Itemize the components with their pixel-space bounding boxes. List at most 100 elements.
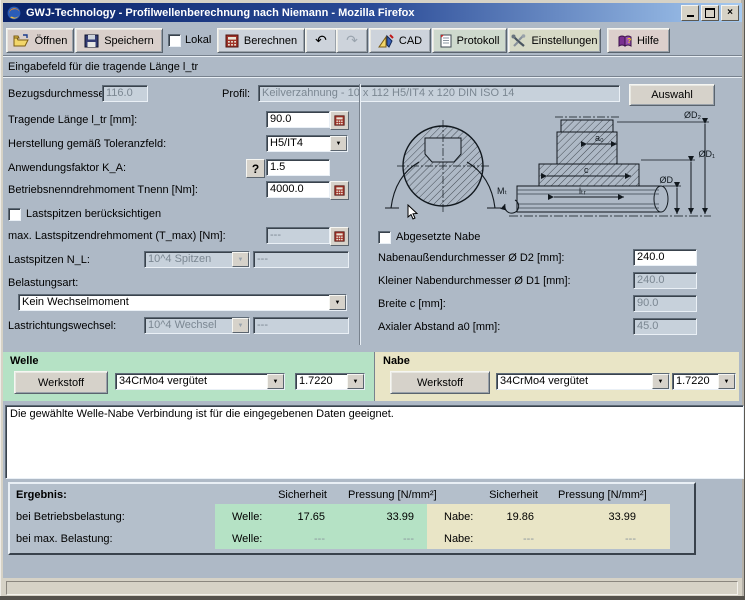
chevron-down-icon[interactable]: ▼ — [347, 374, 364, 389]
torque-field[interactable]: 4000.0 — [266, 181, 330, 198]
title-bar[interactable]: GWJ-Technology - Profilwellenberechnung … — [3, 3, 742, 22]
chevron-down-icon[interactable]: ▼ — [329, 295, 346, 310]
peaks-unit-value: 10^4 Spitzen — [148, 253, 211, 266]
shaft-pressure-value: 33.99 — [350, 511, 414, 523]
protocol-label: Protokoll — [457, 35, 500, 47]
result-message: Die gewählte Welle-Nabe Verbindung ist f… — [10, 408, 394, 420]
ref-diameter-field: 116.0 — [102, 85, 148, 102]
hub-pressure-header: Pressung [N/mm²] — [558, 489, 643, 501]
dim-d1-label: ØD₁ — [698, 149, 715, 159]
load-peaks-checkbox[interactable] — [8, 208, 21, 221]
max-torque-calc-button[interactable] — [330, 227, 349, 246]
chevron-down-icon[interactable]: ▼ — [330, 136, 347, 151]
app-factor-label: Anwendungsfaktor K_A: — [8, 162, 126, 174]
hub-safety-value: --- — [476, 533, 534, 545]
torque-label: Betriebsnenndrehmoment Tnenn [Nm]: — [8, 184, 198, 196]
open-button[interactable]: Öffnen — [6, 28, 74, 53]
shaft-panel-title: Welle — [10, 355, 39, 367]
cad-label: CAD — [399, 35, 422, 47]
shaft-material-value: 34CrMo4 vergütet — [119, 375, 207, 388]
load-type-select[interactable]: Kein Wechselmoment ▼ — [18, 294, 347, 311]
shaft-safety-header: Sicherheit — [267, 489, 327, 501]
hub-material-number-select[interactable]: 1.7220 ▼ — [672, 373, 736, 390]
redo-button[interactable]: ↷ — [336, 28, 368, 53]
torque-calc-button[interactable] — [330, 181, 349, 200]
tools-icon — [511, 34, 526, 48]
width-c-field: 90.0 — [633, 295, 697, 312]
hub-outer-diameter-field[interactable]: 240.0 — [633, 249, 697, 266]
length-field[interactable]: 90.0 — [266, 111, 330, 128]
shaft-row-label: Welle: — [232, 511, 262, 523]
open-folder-icon — [13, 34, 30, 48]
maximize-button[interactable] — [701, 5, 719, 21]
load-peaks-checkbox-label: Lastspitzen berücksichtigen — [26, 208, 161, 220]
calculate-button[interactable]: Berechnen — [217, 28, 305, 53]
peaks-count-label: Lastspitzen N_L: — [8, 254, 90, 266]
result-message-box[interactable]: Die gewählte Welle-Nabe Verbindung ist f… — [5, 405, 744, 479]
minimize-button[interactable] — [681, 5, 699, 21]
shaft-material-button[interactable]: Werkstoff — [14, 371, 108, 394]
tolerance-select[interactable]: H5/IT4 ▼ — [266, 135, 348, 152]
header-divider — [3, 76, 742, 78]
undo-button[interactable]: ↶ — [305, 28, 337, 53]
shaft-material-select[interactable]: 34CrMo4 vergütet ▼ — [115, 373, 285, 390]
chevron-down-icon[interactable]: ▼ — [652, 374, 669, 389]
minimize-icon — [687, 8, 694, 17]
protocol-button[interactable]: Protokoll — [432, 28, 507, 53]
tolerance-select-value: H5/IT4 — [270, 137, 303, 150]
settings-label: Einstellungen — [531, 35, 597, 47]
settings-button[interactable]: Einstellungen — [508, 28, 601, 53]
page-content: Öffnen Speichern Lokal Berechnen ↶ ↷ — [3, 22, 742, 578]
shaft-material-panel: Welle Werkstoff 34CrMo4 vergütet ▼ 1.722… — [3, 352, 375, 401]
shaft-pressure-header: Pressung [N/mm²] — [348, 489, 433, 501]
direction-unit-select: 10^4 Wechsel ▼ — [144, 317, 250, 334]
hub-pressure-value: --- — [572, 533, 636, 545]
load-type-label: Belastungsart: — [8, 277, 78, 289]
results-panel: Ergebnis: Sicherheit Pressung [N/mm²] Si… — [8, 482, 696, 555]
local-checkbox[interactable] — [168, 34, 181, 47]
hub-outer-diameter-label: Nabenaußendurchmesser Ø D2 [mm]: — [378, 252, 564, 264]
stepped-hub-checkbox[interactable] — [378, 231, 391, 244]
peaks-count-field: --- — [253, 251, 349, 268]
status-bar — [3, 578, 742, 597]
direction-change-label: Lastrichtungswechsel: — [8, 320, 116, 332]
hub-pressure-value: 33.99 — [572, 511, 636, 523]
help-button[interactable]: ? Hilfe — [607, 28, 670, 53]
undo-icon: ↶ — [315, 32, 327, 49]
close-button[interactable]: × — [721, 5, 739, 21]
status-bar-field — [6, 581, 738, 595]
length-label: Tragende Länge l_tr [mm]: — [8, 114, 137, 126]
window-border-bottom — [0, 596, 745, 600]
hub-row-label: Nabe: — [444, 511, 473, 523]
open-label: Öffnen — [35, 35, 68, 47]
results-title: Ergebnis: — [16, 489, 67, 501]
dim-d-label: ØD — [660, 175, 674, 185]
profile-label: Profil: — [222, 88, 250, 100]
app-factor-help-button[interactable]: ? — [246, 159, 265, 178]
operating-load-row-label: bei Betriebsbelastung: — [16, 511, 125, 523]
hub-material-button-label: Werkstoff — [417, 377, 463, 389]
hub-material-button[interactable]: Werkstoff — [390, 371, 490, 394]
profile-select-button[interactable]: Auswahl — [629, 84, 715, 106]
app-factor-field[interactable]: 1.5 — [266, 159, 330, 176]
shaft-safety-value: --- — [267, 533, 325, 545]
direction-unit-value: 10^4 Wechsel — [148, 319, 217, 332]
hub-material-panel: Nabe Werkstoff 34CrMo4 vergütet ▼ 1.7220… — [375, 352, 739, 401]
shaft-material-button-label: Werkstoff — [38, 377, 84, 389]
hub-small-diameter-label: Kleiner Nabendurchmesser Ø D1 [mm]: — [378, 275, 571, 287]
hub-safety-value: 19.86 — [476, 511, 534, 523]
chevron-down-icon[interactable]: ▼ — [718, 374, 735, 389]
hub-material-select[interactable]: 34CrMo4 vergütet ▼ — [496, 373, 670, 390]
max-load-row-label: bei max. Belastung: — [16, 533, 113, 545]
shaft-pressure-value: --- — [350, 533, 414, 545]
calculator-icon — [334, 115, 345, 126]
cad-button[interactable]: CAD — [369, 28, 431, 53]
chevron-down-icon[interactable]: ▼ — [267, 374, 284, 389]
save-button[interactable]: Speichern — [75, 28, 163, 53]
profile-select-label: Auswahl — [651, 89, 693, 101]
shaft-material-number-select[interactable]: 1.7220 ▼ — [295, 373, 365, 390]
dim-ltr-label: lₜᵣ — [579, 186, 586, 196]
length-calc-button[interactable] — [330, 111, 349, 130]
app-window: GWJ-Technology - Profilwellenberechnung … — [0, 0, 745, 600]
dim-mt-label: Mₜ — [497, 186, 507, 196]
